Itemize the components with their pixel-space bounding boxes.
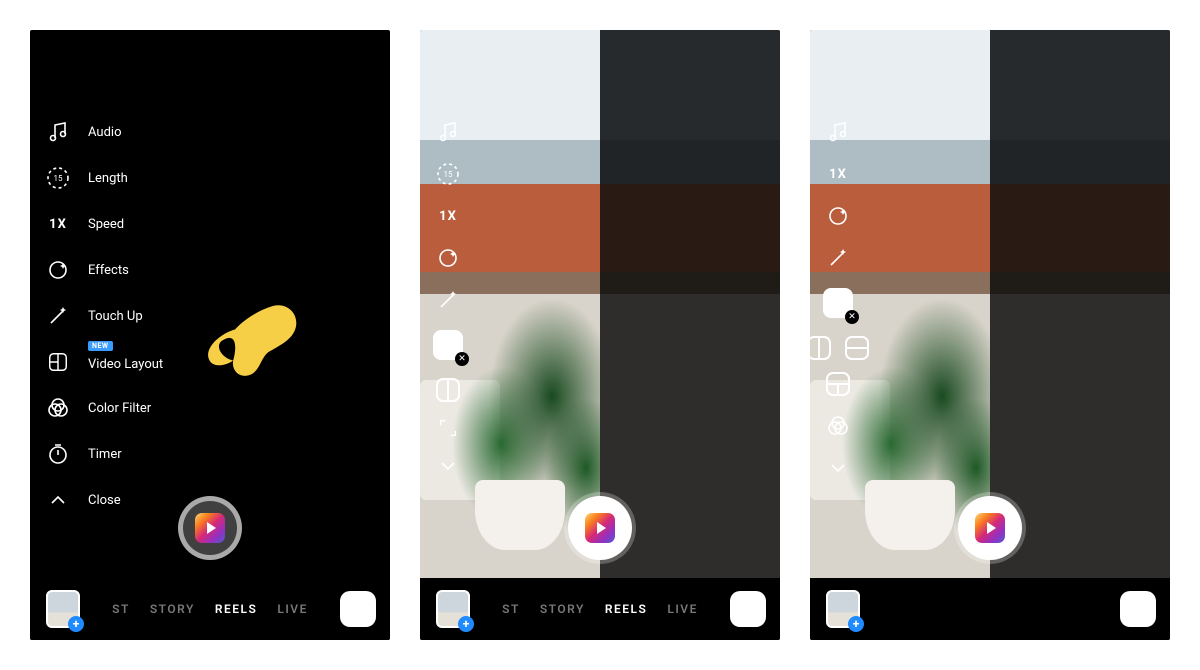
layout-grid-icon [46, 350, 70, 374]
menu-label: Video Layout [88, 357, 163, 372]
reels-icon [975, 513, 1005, 543]
layout-sub-options [436, 378, 460, 478]
plus-badge-icon: + [458, 616, 474, 632]
menu-item-close[interactable]: Close [46, 488, 163, 512]
speed-button[interactable]: 1X [436, 204, 460, 228]
menu-label: Effects [88, 263, 129, 278]
record-button[interactable] [568, 496, 632, 560]
mode-live[interactable]: LIVE [277, 602, 308, 616]
menu-label: Speed [88, 217, 124, 232]
bottom-bar: + [810, 578, 1170, 640]
menu-label: Audio [88, 125, 121, 140]
svg-text:15: 15 [54, 174, 63, 183]
menu-item-audio[interactable]: Audio [46, 120, 163, 144]
layout-option-three-grid[interactable] [826, 372, 850, 396]
screenshot-3: 1X ✕ + [810, 30, 1170, 640]
layout-option-horizontal-split[interactable] [845, 336, 869, 360]
audio-button[interactable] [826, 120, 850, 144]
mode-switcher: ST STORY REELS LIVE [470, 602, 730, 616]
reels-side-toolbar: 15 1X ✕ [434, 120, 462, 478]
fullscreen-button[interactable] [436, 416, 460, 440]
length-icon: 15 [46, 166, 70, 190]
video-layout-button-active[interactable]: ✕ [433, 330, 463, 360]
menu-item-touchup[interactable]: Touch Up [46, 304, 163, 328]
reels-side-menu: Audio 15 Length 1X Speed Effects Touch U… [46, 120, 163, 512]
mode-post[interactable]: ST [502, 602, 520, 616]
screenshot-2: 15 1X ✕ + ST STORY [420, 30, 780, 640]
gallery-button[interactable]: + [826, 590, 860, 628]
music-note-icon [46, 120, 70, 144]
audio-button[interactable] [436, 120, 460, 144]
wand-icon [46, 304, 70, 328]
menu-item-effects[interactable]: Effects [46, 258, 163, 282]
mode-story[interactable]: STORY [150, 602, 195, 616]
svg-text:15: 15 [444, 170, 453, 179]
menu-label-wrap: NEW Video Layout [88, 353, 163, 372]
bottom-bar: + ST STORY REELS LIVE [30, 578, 390, 640]
menu-label: Touch Up [88, 309, 143, 324]
reels-icon [585, 513, 615, 543]
record-button[interactable] [958, 496, 1022, 560]
close-badge-icon[interactable]: ✕ [845, 310, 859, 324]
layout-options-row-1 [810, 336, 869, 360]
menu-item-speed[interactable]: 1X Speed [46, 212, 163, 236]
mode-story[interactable]: STORY [540, 602, 585, 616]
plus-badge-icon: + [848, 616, 864, 632]
video-layout-button-active[interactable]: ✕ [823, 288, 853, 318]
speed-icon: 1X [46, 212, 70, 236]
reels-side-toolbar: 1X ✕ [824, 120, 852, 480]
menu-item-color-filter[interactable]: Color Filter [46, 396, 163, 420]
venn-icon [46, 396, 70, 420]
menu-label: Color Filter [88, 401, 151, 416]
menu-item-timer[interactable]: Timer [46, 442, 163, 466]
record-button[interactable] [178, 496, 242, 560]
gallery-button[interactable]: + [46, 590, 80, 628]
bottom-bar: + ST STORY REELS LIVE [420, 578, 780, 640]
pointing-hand-icon [200, 295, 310, 395]
layout-option-vertical-split[interactable] [810, 336, 831, 360]
mode-post[interactable]: ST [112, 602, 130, 616]
more-button[interactable] [826, 456, 850, 480]
timer-icon [46, 442, 70, 466]
menu-label: Close [88, 493, 121, 508]
gallery-button[interactable]: + [436, 590, 470, 628]
sparkle-icon [46, 258, 70, 282]
reels-icon [195, 513, 225, 543]
chevron-up-icon [46, 488, 70, 512]
length-button[interactable]: 15 [436, 162, 460, 186]
menu-label: Length [88, 171, 128, 186]
flip-camera-button[interactable] [730, 591, 766, 627]
mode-reels[interactable]: REELS [605, 602, 647, 616]
flip-camera-button[interactable] [1120, 591, 1156, 627]
mode-switcher: ST STORY REELS LIVE [80, 602, 340, 616]
effects-button[interactable] [436, 246, 460, 270]
effects-button[interactable] [826, 204, 850, 228]
flip-camera-button[interactable] [340, 591, 376, 627]
mode-reels[interactable]: REELS [215, 602, 257, 616]
new-badge: NEW [88, 341, 113, 351]
layout-option-vertical-split[interactable] [436, 378, 460, 402]
mode-live[interactable]: LIVE [667, 602, 698, 616]
color-filter-button[interactable] [826, 414, 850, 438]
menu-item-video-layout[interactable]: NEW Video Layout [46, 350, 163, 374]
menu-label: Timer [88, 447, 122, 462]
layout-options-row-2 [826, 372, 850, 396]
touchup-button[interactable] [436, 288, 460, 312]
menu-item-length[interactable]: 15 Length [46, 166, 163, 190]
speed-button[interactable]: 1X [826, 162, 850, 186]
touchup-button[interactable] [826, 246, 850, 270]
close-badge-icon[interactable]: ✕ [455, 352, 469, 366]
screenshot-1: Audio 15 Length 1X Speed Effects Touch U… [30, 30, 390, 640]
more-button[interactable] [436, 454, 460, 478]
plus-badge-icon: + [68, 616, 84, 632]
